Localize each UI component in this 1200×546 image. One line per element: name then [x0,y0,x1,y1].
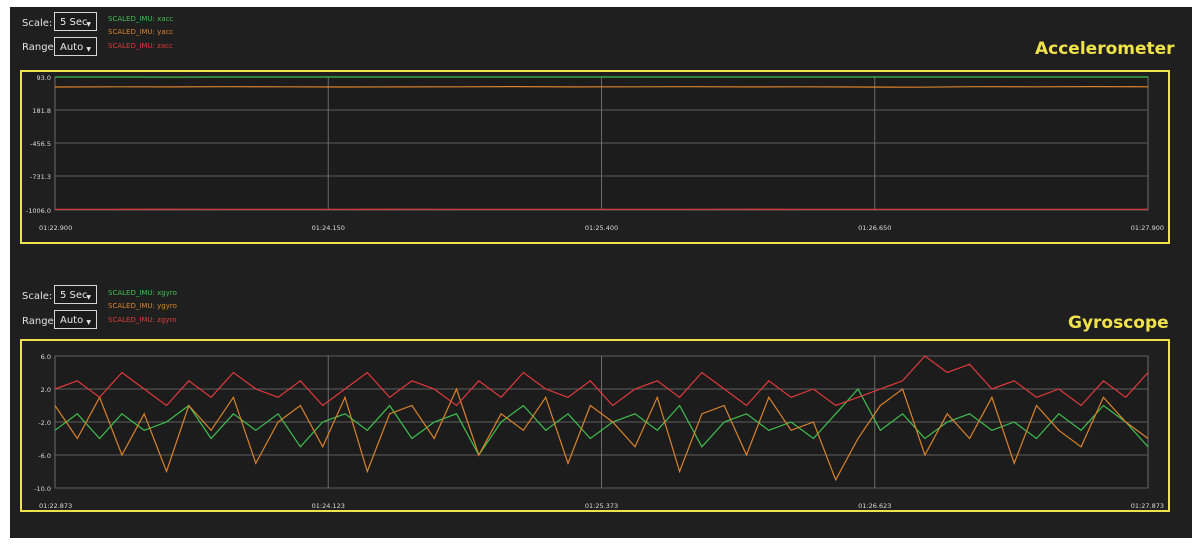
x-tick-label: 01:27.873 [1131,502,1164,510]
range-label: Range: [22,316,58,327]
legend-item-zgyro: SCALED_IMU: zgyro [108,316,177,324]
accelerometer-title: Accelerometer [1035,39,1175,59]
range-label: Range: [22,42,58,53]
legend-item-xacc: SCALED_IMU: xacc [108,15,174,23]
scale-label: Scale: [22,18,53,29]
x-tick-label: 01:25.400 [585,224,618,232]
x-tick-label: 01:24.150 [312,224,345,232]
gyroscope-chart: 6.0 2.0 -2.0 -6.0 -10.0 01:22.873 01:24.123 01:… [34,353,1164,510]
gyroscope-chart-frame: 6.0 2.0 -2.0 -6.0 -10.0 01:22.873 01:24.123 01:… [20,339,1170,512]
accelerometer-chart: 93.0 181.8 -456.5 -731.3 -1006.0 01:22.900 01:… [26,74,1164,232]
scale-value: 5 Sec [60,290,88,301]
caret-down-icon: ▼ [86,46,91,53]
y-tick-label: 181.8 [32,107,51,115]
y-tick-label: -10.0 [34,485,51,493]
legend-item-ygyro: SCALED_IMU: ygyro [108,302,177,310]
gyroscope-title: Gyroscope [1068,313,1169,333]
caret-down-icon: ▼ [86,294,91,301]
y-tick-label: -456.5 [30,140,51,148]
gyroscope-range-select[interactable]: Auto ▼ [54,310,97,329]
caret-down-icon: ▼ [86,21,91,28]
y-tick-label: -6.0 [38,452,51,460]
y-tick-label: 93.0 [37,74,51,82]
x-tick-label: 01:27.900 [1131,224,1164,232]
scale-value: 5 Sec [60,17,88,28]
x-tick-label: 01:26.623 [858,502,891,510]
range-value: Auto [60,42,84,53]
series-line [54,85,1149,88]
x-tick-label: 01:22.900 [39,224,72,232]
x-tick-label: 01:26.650 [858,224,891,232]
range-value: Auto [60,315,84,326]
legend-item-yacc: SCALED_IMU: yacc [108,28,174,36]
x-tick-label: 01:24.123 [312,502,345,510]
app-window: Scale: 5 Sec ▼ Range: Auto ▼ SCALED_IMU:… [10,7,1192,538]
caret-down-icon: ▼ [86,319,91,326]
accelerometer-chart-frame: 93.0 181.8 -456.5 -731.3 -1006.0 01:22.900 01:… [20,70,1170,244]
gyroscope-scale-select[interactable]: 5 Sec ▼ [54,285,97,304]
scale-label: Scale: [22,291,53,302]
legend-item-xgyro: SCALED_IMU: xgyro [108,289,177,297]
y-tick-label: 6.0 [41,353,51,361]
accelerometer-range-select[interactable]: Auto ▼ [54,37,97,56]
y-tick-label: -731.3 [30,173,51,181]
y-tick-label: -2.0 [38,419,51,427]
y-tick-label: -1006.0 [26,207,51,215]
y-tick-label: 2.0 [41,386,51,394]
x-tick-label: 01:25.373 [585,502,618,510]
accelerometer-scale-select[interactable]: 5 Sec ▼ [54,12,97,31]
x-tick-label: 01:22.873 [39,502,72,510]
legend-item-zacc: SCALED_IMU: zacc [108,42,173,50]
